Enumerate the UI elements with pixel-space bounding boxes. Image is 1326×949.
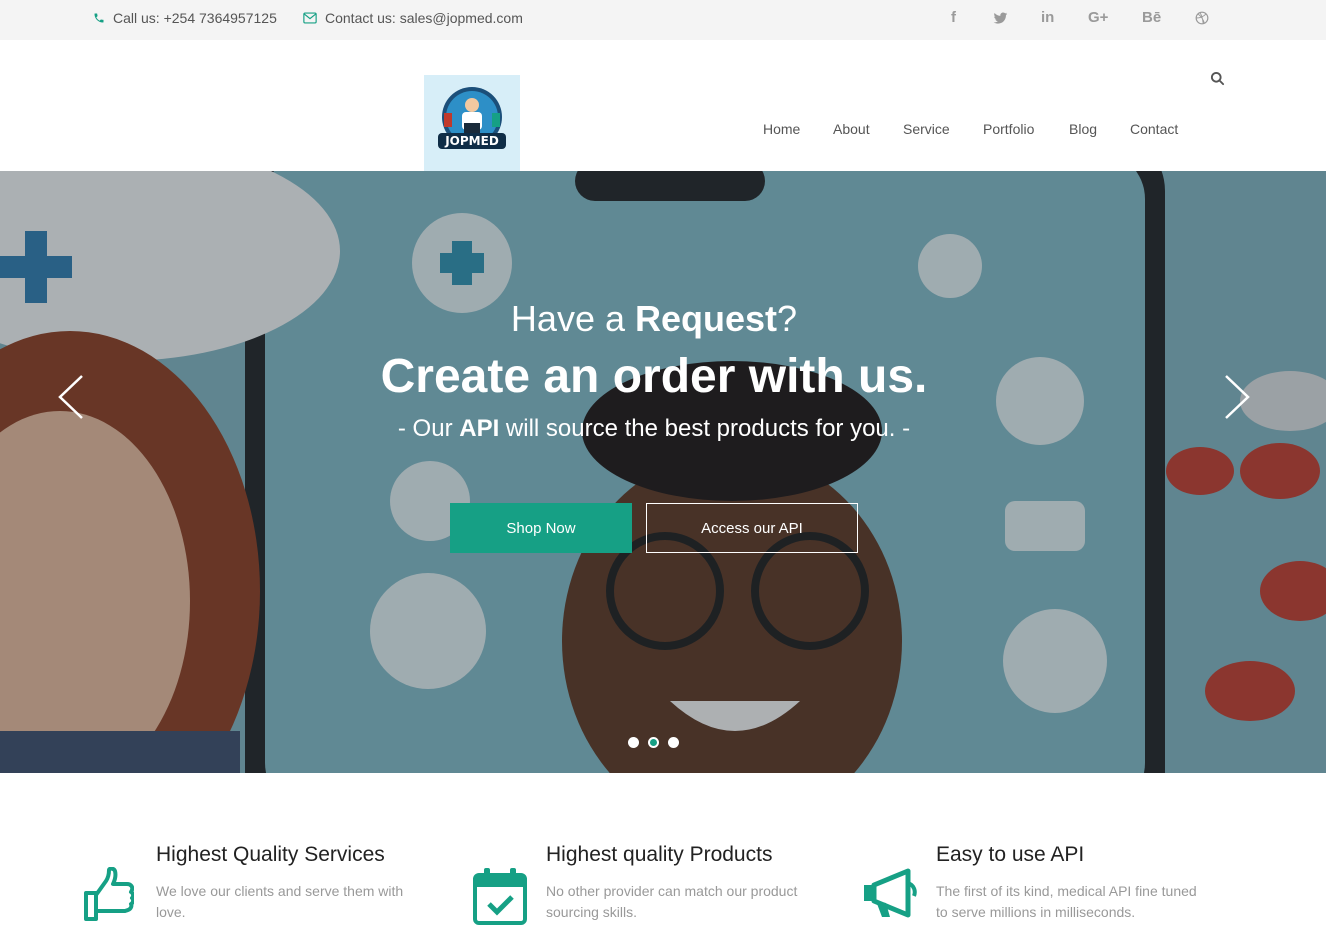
search-icon[interactable]	[1210, 71, 1225, 86]
hero-subtitle-post: ?	[777, 298, 798, 339]
google-plus-icon[interactable]: G+	[1088, 9, 1108, 26]
envelope-icon	[303, 12, 317, 24]
feature-title: Highest Quality Services	[156, 843, 385, 866]
slider-dot-2[interactable]	[648, 737, 659, 748]
jopmed-logo-image: JOPMED	[438, 87, 506, 149]
access-api-button[interactable]: Access our API	[646, 503, 858, 553]
dribbble-icon[interactable]	[1195, 11, 1209, 25]
feature-description: The first of its kind, medical API fine …	[936, 883, 1197, 920]
top-bar: Call us: +254 7364957125 Contact us: sal…	[0, 0, 1326, 40]
slider-dot-1[interactable]	[628, 737, 639, 748]
nav-blog[interactable]: Blog	[1069, 121, 1097, 137]
hero-tagline-pre: - Our	[397, 415, 460, 442]
shop-now-button[interactable]: Shop Now	[450, 503, 632, 553]
behance-icon[interactable]: Bē	[1142, 9, 1161, 26]
phone-contact[interactable]: Call us: +254 7364957125	[93, 10, 277, 26]
prev-slide-arrow-icon[interactable]	[56, 374, 86, 420]
linkedin-icon[interactable]: in	[1041, 9, 1054, 26]
hero-overlay	[0, 171, 1326, 773]
site-header: JOPMED Home About Service Portfolio Blog…	[0, 40, 1326, 171]
slider-dots	[628, 737, 688, 748]
hero-slider: Have a Request? Create an order with us.…	[0, 171, 1326, 773]
hero-subtitle-pre: Have a	[510, 298, 635, 339]
slider-dot-3[interactable]	[668, 737, 679, 748]
feature-description: We love our clients and serve them with …	[156, 883, 404, 920]
hero-subtitle: Have a Request?	[0, 298, 1308, 340]
site-logo[interactable]: JOPMED	[424, 75, 520, 171]
phone-text: Call us: +254 7364957125	[113, 10, 277, 26]
feature-description: No other provider can match our product …	[546, 883, 798, 920]
feature-title: Easy to use API	[936, 843, 1085, 866]
hero-title: Create an order with us.	[380, 350, 928, 403]
nav-portfolio[interactable]: Portfolio	[983, 121, 1034, 137]
thumbs-up-icon	[84, 867, 134, 921]
nav-home[interactable]: Home	[763, 121, 800, 137]
hero-subtitle-bold: Request	[635, 298, 778, 339]
hero-tagline-post: will source the best products for you. -	[499, 415, 911, 442]
megaphone-icon	[864, 868, 917, 918]
logo-text: JOPMED	[444, 134, 499, 148]
next-slide-arrow-icon[interactable]	[1222, 374, 1252, 420]
phone-icon	[94, 13, 104, 23]
twitter-icon[interactable]	[993, 12, 1008, 25]
nav-contact[interactable]: Contact	[1130, 121, 1178, 137]
calendar-check-icon	[473, 868, 527, 925]
nav-about[interactable]: About	[833, 121, 870, 137]
hero-tagline: - Our API will source the best products …	[0, 415, 1308, 443]
nav-service[interactable]: Service	[903, 121, 950, 137]
email-text: Contact us: sales@jopmed.com	[325, 10, 523, 26]
hero-tagline-bold: API	[459, 415, 500, 442]
email-contact[interactable]: Contact us: sales@jopmed.com	[303, 10, 523, 26]
facebook-icon[interactable]: f	[951, 9, 956, 26]
feature-title: Highest quality Products	[546, 843, 773, 866]
